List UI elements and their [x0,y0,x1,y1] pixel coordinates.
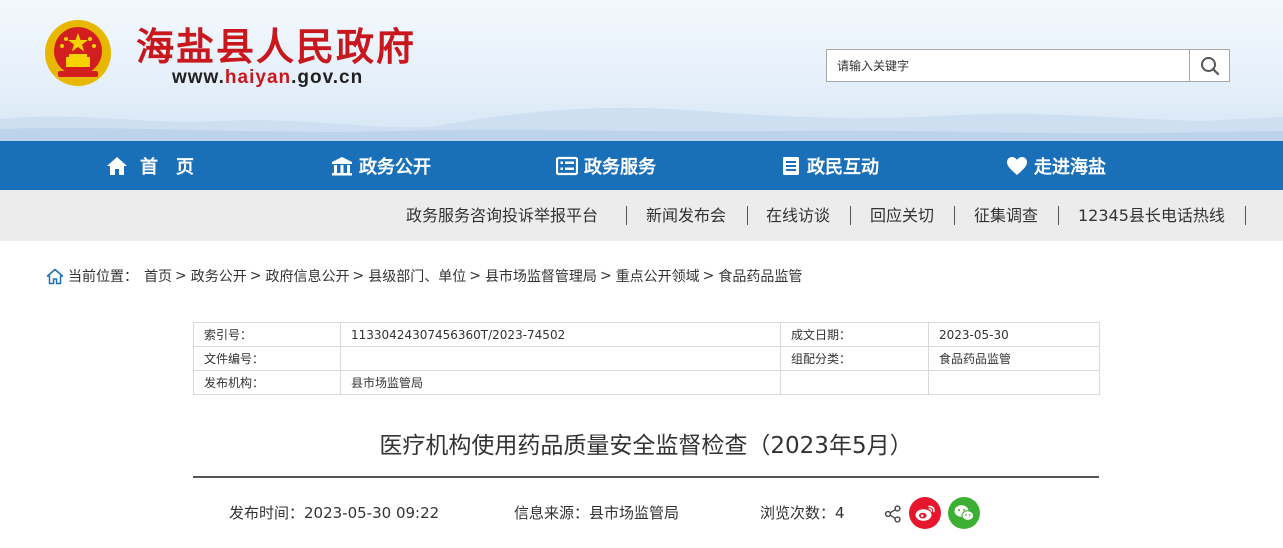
home-icon [107,156,127,175]
info-label-doc-number: 文件编号： [193,346,341,371]
subnav-divider [850,206,851,225]
info-source: 信息来源：县市场监管局 [514,504,680,522]
url-highlight: haiyan [224,67,292,88]
breadcrumb-item[interactable]: 重点公开领域 [616,266,700,286]
article-title: 医疗机构使用药品质量安全监督检查（2023年5月） [379,433,913,459]
table-row: 文件编号： 组配分类： 食品药品监管 [193,346,1100,371]
list-icon [556,156,578,175]
nav-item-label: 政民互动 [807,156,879,178]
share-wechat-button[interactable] [948,497,980,529]
subnav-item-survey[interactable]: 征集调查 [974,190,1038,241]
subnav-item-press-conference[interactable]: 新闻发布会 [646,190,726,241]
main-nav: 首 页 政务公开 政务服务 政民互动 走进海盐 [0,141,1283,190]
site-header: 海盐县人民政府 www.haiyan.gov.cn [0,0,1283,141]
breadcrumb-separator: > [175,268,187,284]
building-icon [332,156,352,175]
info-value-category: 食品药品监管 [928,346,1100,371]
sub-nav: 政务服务咨询投诉举报平台 新闻发布会 在线访谈 回应关切 征集调查 12345县… [0,190,1283,241]
breadcrumb-item[interactable]: 食品药品监管 [718,266,802,286]
document-icon [783,156,799,175]
home-icon [46,268,64,284]
subnav-item-response[interactable]: 回应关切 [870,190,934,241]
heart-icon [1007,156,1027,175]
wechat-icon [954,505,975,521]
info-label-category: 组配分类： [780,346,929,371]
nav-item-services[interactable]: 政务服务 [556,141,656,190]
view-count: 浏览次数：4 [760,504,845,522]
subnav-divider [626,206,627,225]
info-value-index: 11330424307456360T/2023-74502 [340,322,781,347]
breadcrumb-item[interactable]: 政务公开 [191,266,247,286]
breadcrumb-prefix: 当前位置： [68,269,138,285]
breadcrumb-separator: > [702,268,715,284]
site-title[interactable]: 海盐县人民政府 [136,16,416,71]
title-divider [193,476,1099,478]
nav-item-label: 政务公开 [359,156,431,178]
mountain-decoration [0,107,1283,141]
nav-item-interaction[interactable]: 政民互动 [781,141,879,190]
subnav-item-online-interview[interactable]: 在线访谈 [766,190,830,241]
subnav-divider [954,206,955,225]
nav-item-label: 走进海盐 [1034,156,1106,178]
breadcrumb-separator: > [599,268,612,284]
table-row: 发布机构： 县市场监管局 [193,370,1100,395]
breadcrumb-item[interactable]: 政府信息公开 [265,266,349,286]
info-label-date: 成文日期： [780,322,929,347]
subnav-divider [1058,206,1059,225]
nav-item-label: 政务服务 [584,156,656,178]
nav-item-government-affairs[interactable]: 政务公开 [331,141,431,190]
breadcrumb-item[interactable]: 首页 [144,266,172,286]
breadcrumb-separator: > [249,268,262,284]
info-value-doc-number [340,346,781,371]
nav-item-about-haiyan[interactable]: 走进海盐 [1006,141,1106,190]
breadcrumb-separator: > [352,268,365,284]
weibo-icon [915,505,935,521]
url-prefix: www. [172,67,225,88]
table-row: 索引号： 11330424307456360T/2023-74502 成文日期：… [193,322,1100,347]
nav-item-home[interactable]: 首 页 [106,141,194,190]
breadcrumb-item[interactable]: 县级部门、单位 [368,266,466,286]
info-label-publisher: 发布机构： [193,370,341,395]
info-value-date: 2023-05-30 [928,322,1100,347]
info-label-index: 索引号： [193,322,341,347]
subnav-divider [747,206,748,225]
nav-item-label: 首 页 [140,156,194,178]
subnav-item-hotline[interactable]: 12345县长电话热线 [1078,190,1225,241]
info-value-empty [928,370,1100,395]
search-input[interactable] [826,49,1190,82]
search-button[interactable] [1190,49,1230,82]
url-suffix: .gov.cn [291,67,364,88]
subnav-divider [1245,206,1246,225]
publish-time: 发布时间：2023-05-30 09:22 [229,504,440,522]
share-icon [884,505,901,523]
breadcrumb-item[interactable]: 县市场监督管理局 [485,266,597,286]
national-emblem-icon [45,20,111,86]
document-info-table: 索引号： 11330424307456360T/2023-74502 成文日期：… [193,322,1100,395]
subnav-item-complaint-platform[interactable]: 政务服务咨询投诉举报平台 [406,190,598,241]
info-label-empty [780,370,929,395]
share-weibo-button[interactable] [909,497,941,529]
info-value-publisher: 县市场监管局 [340,370,781,395]
breadcrumb: 当前位置： 首页 > 政务公开 > 政府信息公开 > 县级部门、单位 > 县市场… [46,266,802,286]
breadcrumb-separator: > [469,268,481,284]
search-icon [1200,56,1219,75]
site-url[interactable]: www.haiyan.gov.cn [172,67,363,89]
